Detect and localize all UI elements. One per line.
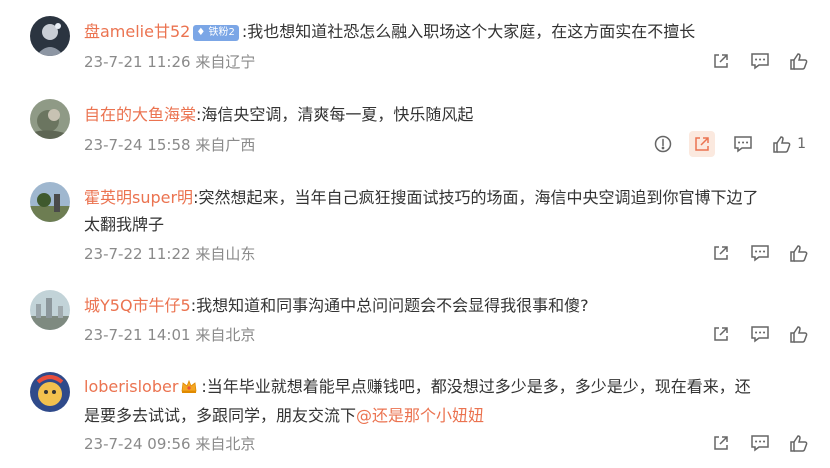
comment-text: 盘amelie甘52 ♦ 铁粉2:我也想知道社恐怎么融入职场这个大家庭，在这方面实… — [84, 18, 804, 45]
like-icon[interactable] — [788, 323, 810, 345]
comment-date: 23-7-24 15:58 — [84, 136, 191, 154]
share-icon[interactable] — [689, 131, 716, 157]
comment-body: :突然想起来，当年自己疯狂搜面试技巧的场面，海信中央空调追到你官博下边了 — [193, 188, 759, 207]
comment-date: 23-7-21 11:26 — [84, 53, 191, 71]
comment-text: 城Y5Q市牛仔5:我想知道和同事沟通中总问问题会不会显得我很事和傻? — [84, 292, 804, 319]
comment-location: 来自辽宁 — [195, 53, 256, 71]
comment-location: 来自山东 — [195, 245, 256, 263]
comment-text: 霍英明super明:突然想起来，当年自己疯狂搜面试技巧的场面，海信中央空调追到你… — [84, 184, 804, 238]
like-icon[interactable] — [788, 432, 810, 454]
like-icon[interactable] — [788, 242, 810, 264]
comment-actions — [693, 323, 810, 345]
like-icon[interactable] — [771, 133, 793, 155]
comment-meta: 23-7-21 14:01 来自北京 — [84, 324, 255, 345]
comment-text: 自在的大鱼海棠:海信央空调，清爽每一夏，快乐随风起 — [84, 101, 804, 128]
comment-body: :海信央空调，清爽每一夏，快乐随风起 — [196, 105, 474, 124]
avatar[interactable] — [30, 372, 70, 412]
comment-location: 来自北京 — [195, 326, 256, 344]
share-icon[interactable] — [710, 242, 732, 264]
share-icon[interactable] — [710, 323, 732, 345]
share-icon[interactable] — [710, 432, 732, 454]
crown-icon — [181, 375, 197, 402]
avatar[interactable] — [30, 16, 70, 56]
comment-location: 来自北京 — [195, 435, 256, 453]
comment-meta: 23-7-21 11:26 来自辽宁 — [84, 51, 255, 72]
comment-actions — [693, 432, 810, 454]
comment-body-line2: 太翻我牌子 — [84, 215, 165, 234]
avatar[interactable] — [30, 290, 70, 330]
comment-location: 来自广西 — [195, 136, 256, 154]
comment-date: 23-7-24 09:56 — [84, 435, 191, 453]
share-icon[interactable] — [710, 50, 732, 72]
like-count: 1 — [797, 136, 806, 152]
comment-body-line2: 是要多去试试，多跟同学，朋友交流下 — [84, 406, 357, 425]
report-icon[interactable] — [652, 133, 674, 155]
comment-meta: 23-7-24 09:56 来自北京 — [84, 433, 255, 454]
comment-icon[interactable] — [749, 432, 771, 454]
badge-icon: ♦ — [196, 27, 206, 38]
username-link[interactable]: 自在的大鱼海棠 — [84, 105, 196, 124]
avatar[interactable] — [30, 99, 70, 139]
username-link[interactable]: loberislober — [84, 377, 178, 396]
comment-date: 23-7-21 14:01 — [84, 326, 191, 344]
comment-actions: 1 — [635, 131, 806, 157]
comment-icon[interactable] — [732, 133, 754, 155]
comment-icon[interactable] — [749, 50, 771, 72]
comment-body: :我也想知道社恐怎么融入职场这个大家庭，在这方面实在不擅长 — [241, 22, 696, 41]
comment-date: 23-7-22 11:22 — [84, 245, 191, 263]
comment-actions — [693, 242, 810, 264]
comment-icon[interactable] — [749, 242, 771, 264]
comment-meta: 23-7-22 11:22 来自山东 — [84, 243, 255, 264]
like-icon[interactable] — [788, 50, 810, 72]
comment-meta: 23-7-24 15:58 来自广西 — [84, 134, 255, 155]
username-link[interactable]: 盘amelie甘52 — [84, 22, 190, 41]
comment-text: loberislober :当年毕业就想着能早点赚钱吧，都没想过多少是多，多少是少… — [84, 373, 804, 429]
username-link[interactable]: 霍英明super明 — [84, 188, 193, 207]
comment-icon[interactable] — [749, 323, 771, 345]
comment-actions — [693, 50, 810, 72]
mention-link[interactable]: @还是那个小妞妞 — [356, 406, 484, 425]
fan-badge-label: 铁粉2 — [208, 27, 235, 38]
fan-badge: ♦ 铁粉2 — [193, 25, 239, 41]
avatar[interactable] — [30, 182, 70, 222]
comment-body: :当年毕业就想着能早点赚钱吧，都没想过多少是多，多少是少，现在看来，还 — [201, 377, 751, 396]
comment-body: :我想知道和同事沟通中总问问题会不会显得我很事和傻? — [190, 296, 589, 315]
username-link[interactable]: 城Y5Q市牛仔5 — [84, 296, 191, 315]
